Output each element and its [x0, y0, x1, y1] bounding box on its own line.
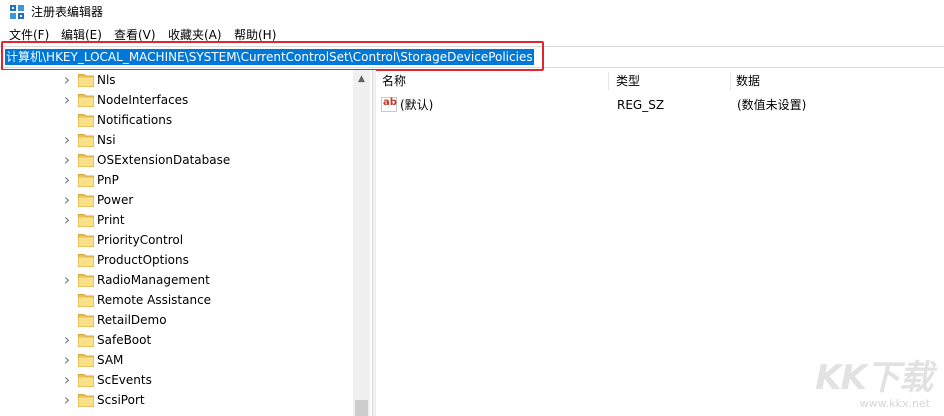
folder-icon [78, 314, 94, 327]
chevron-right-icon[interactable]: › [61, 132, 73, 148]
menu-help[interactable]: 帮助(H) [233, 26, 277, 44]
tree-item-label: ScEvents [97, 373, 152, 387]
menu-favorites[interactable]: 收藏夹(A) [167, 26, 223, 44]
tree-item-label: SafeBoot [97, 333, 152, 347]
folder-icon [78, 294, 94, 307]
tree-item[interactable]: PriorityControl [61, 230, 351, 250]
menu-file[interactable]: 文件(F) [8, 26, 50, 44]
watermark: KK下载 www.kkx.net [812, 358, 933, 410]
title-bar: 注册表编辑器 [0, 0, 944, 24]
folder-icon [78, 194, 94, 207]
chevron-right-icon[interactable]: › [61, 372, 73, 388]
tree-item-label: PnP [97, 173, 119, 187]
tree-item-label: Notifications [97, 113, 173, 127]
chevron-right-icon[interactable]: › [61, 332, 73, 348]
value-type: REG_SZ [617, 98, 665, 112]
folder-icon [78, 254, 94, 267]
tree-item-label: Nls [97, 73, 116, 87]
tree-item[interactable]: › OSExtensionDatabase [61, 150, 351, 170]
tree-item-label: OSExtensionDatabase [97, 153, 231, 167]
scroll-thumb[interactable] [355, 400, 368, 416]
menu-edit[interactable]: 编辑(E) [60, 26, 103, 44]
string-value-icon: ab [381, 97, 397, 112]
values-header: 名称 类型 数据 [376, 70, 944, 92]
column-separator[interactable] [608, 72, 609, 90]
chevron-right-icon[interactable]: › [61, 152, 73, 168]
tree-item[interactable]: ProductOptions [61, 250, 351, 270]
value-data: (数值未设置) [737, 98, 807, 112]
folder-icon [78, 174, 94, 187]
tree-item-label: SAM [97, 353, 124, 367]
tree-item-label: ProductOptions [97, 253, 189, 267]
tree-item[interactable]: › ScsiPort [61, 390, 351, 410]
folder-icon [78, 374, 94, 387]
folder-icon [78, 154, 94, 167]
folder-icon [78, 394, 94, 407]
tree-item-label: Power [97, 193, 134, 207]
tree-item-label: NodeInterfaces [97, 93, 189, 107]
folder-icon [78, 134, 94, 147]
menu-view[interactable]: 查看(V) [113, 26, 157, 44]
tree-item[interactable]: › Print [61, 210, 351, 230]
tree-item[interactable]: › ScEvents [61, 370, 351, 390]
folder-icon [78, 114, 94, 127]
tree-item-label: Nsi [97, 133, 116, 147]
scroll-up-icon[interactable]: ▲ [353, 73, 370, 85]
chevron-right-icon[interactable]: › [61, 92, 73, 108]
tree-item[interactable]: › Power [61, 190, 351, 210]
watermark-brand: KK下载 [815, 358, 933, 398]
value-row-default[interactable]: ab (默认) REG_SZ (数值未设置) [376, 95, 944, 115]
folder-icon [78, 214, 94, 227]
watermark-url: www.kkx.net [859, 397, 930, 410]
chevron-right-icon[interactable]: › [61, 212, 73, 228]
folder-icon [78, 74, 94, 87]
registry-editor-icon [10, 5, 24, 19]
chevron-right-icon[interactable]: › [61, 272, 73, 288]
tree-item[interactable]: › RadioManagement [61, 270, 351, 290]
window-title: 注册表编辑器 [31, 5, 104, 19]
folder-icon [78, 354, 94, 367]
folder-icon [78, 94, 94, 107]
tree-item[interactable]: › Nls [61, 70, 351, 90]
menu-bar: 文件(F) 编辑(E) 查看(V) 收藏夹(A) 帮助(H) [0, 26, 944, 44]
key-tree[interactable]: › Nls › NodeInterfaces Notifications › Nsi › OSE… [0, 70, 372, 416]
tree-item[interactable]: › Nsi [61, 130, 351, 150]
folder-icon [78, 274, 94, 287]
tree-item-label: Print [97, 213, 125, 227]
tree-item[interactable]: Remote Assistance [61, 290, 351, 310]
tree-item[interactable]: Notifications [61, 110, 351, 130]
column-type[interactable]: 类型 [610, 70, 730, 92]
tree-item[interactable]: › NodeInterfaces [61, 90, 351, 110]
column-data[interactable]: 数据 [730, 70, 930, 92]
tree-item[interactable]: RetailDemo [61, 310, 351, 330]
chevron-right-icon[interactable]: › [61, 192, 73, 208]
chevron-right-icon[interactable]: › [61, 352, 73, 368]
tree-item[interactable]: › SAM [61, 350, 351, 370]
tree-item-label: ScsiPort [97, 393, 145, 407]
chevron-right-icon[interactable]: › [61, 72, 73, 88]
tree-item-label: PriorityControl [97, 233, 184, 247]
tree-item-label: Remote Assistance [97, 293, 212, 307]
address-bar[interactable]: 计算机\HKEY_LOCAL_MACHINE\SYSTEM\CurrentCon… [0, 46, 944, 68]
pane-splitter[interactable] [372, 70, 376, 416]
folder-icon [78, 334, 94, 347]
chevron-right-icon[interactable]: › [61, 392, 73, 408]
tree-item-label: RetailDemo [97, 313, 167, 327]
folder-icon [78, 234, 94, 247]
value-name: (默认) [400, 98, 434, 112]
tree-item[interactable]: › PnP [61, 170, 351, 190]
address-path[interactable]: 计算机\HKEY_LOCAL_MACHINE\SYSTEM\CurrentCon… [5, 49, 534, 65]
chevron-right-icon[interactable]: › [61, 172, 73, 188]
tree-item-label: RadioManagement [97, 273, 210, 287]
tree-scrollbar[interactable]: ▲ [353, 70, 370, 416]
column-name[interactable]: 名称 [376, 70, 608, 92]
tree-item[interactable]: › SafeBoot [61, 330, 351, 350]
